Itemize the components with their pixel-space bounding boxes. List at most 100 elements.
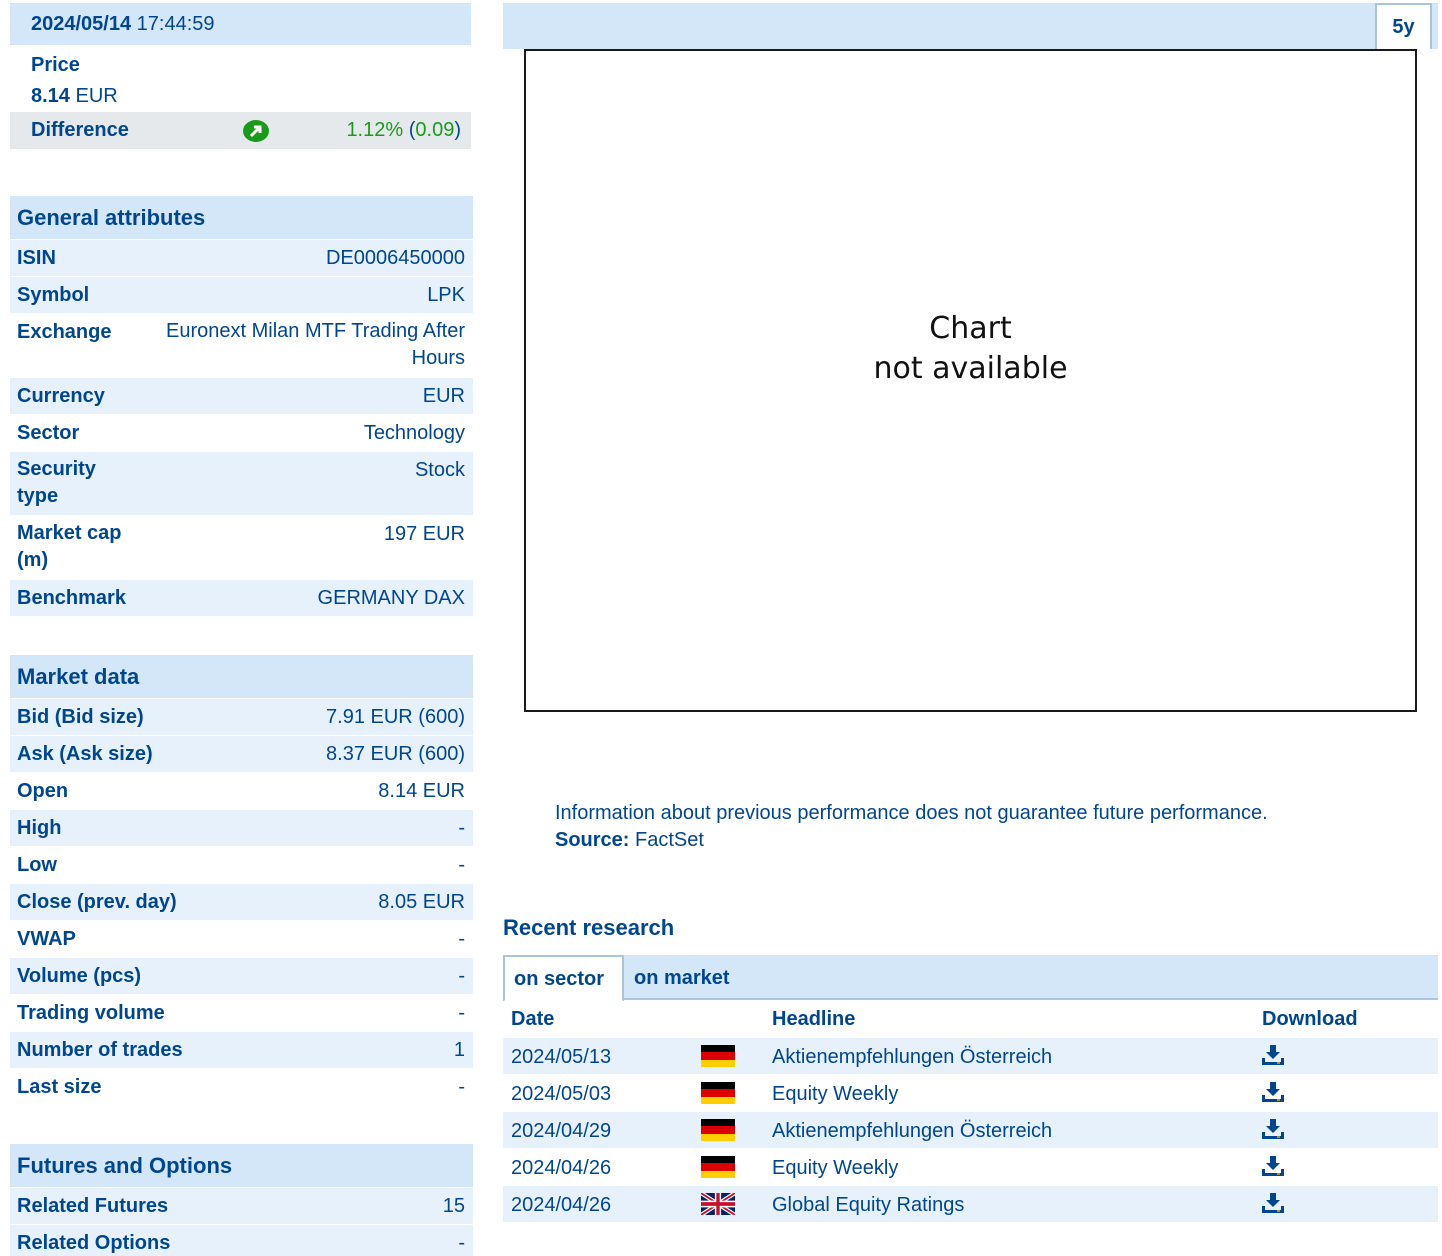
row-date: 2024/04/26 — [511, 1194, 612, 1216]
price-box: 2024/05/14 17:44:59 Price 8.14 EUR Diffe… — [10, 3, 471, 154]
market-value: 1 — [453, 1039, 465, 1061]
row-headline-link[interactable]: Aktienempfehlungen Österreich — [772, 1120, 1052, 1143]
attr-value: Stock — [414, 459, 465, 481]
row-date: 2024/05/03 — [511, 1083, 612, 1105]
table-row: 2024/04/26 Equity Weekly — [503, 1148, 1438, 1185]
market-value: 7.91 EUR (600) — [326, 706, 465, 728]
market-label: VWAP — [17, 928, 76, 950]
row-headline-link[interactable]: Global Equity Ratings — [772, 1194, 964, 1217]
price-value: 8.14 — [31, 85, 70, 107]
market-value: - — [458, 817, 465, 839]
download-icon[interactable] — [1261, 1155, 1285, 1177]
germany-flag-icon — [701, 1119, 735, 1141]
chart-placeholder: Chart not available — [524, 49, 1417, 712]
col-date: Date — [511, 1008, 555, 1030]
difference-abs: 0.09 — [415, 119, 455, 141]
related-options-count: - — [458, 1232, 465, 1254]
futures-options-section: Futures and Options Related Futures 15 Re… — [10, 1144, 473, 1256]
market-row: High - — [10, 809, 473, 846]
download-icon[interactable] — [1261, 1118, 1285, 1140]
row-date: 2024/04/26 — [511, 1157, 612, 1179]
price-label: Price — [31, 54, 80, 76]
market-label: Open — [17, 780, 69, 802]
row-date: 2024/05/13 — [511, 1046, 612, 1068]
market-row: Low - — [10, 846, 473, 883]
market-label: Close (prev. day) — [17, 891, 177, 913]
attr-row: Symbol LPK — [10, 276, 473, 313]
download-icon[interactable] — [1261, 1081, 1285, 1103]
attr-value: Euronext Milan MTF Trading After Hours — [165, 320, 465, 369]
market-value: - — [458, 1002, 465, 1024]
market-row: Ask (Ask size) 8.37 EUR (600) — [10, 735, 473, 772]
attr-row: Exchange Euronext Milan MTF Trading After… — [10, 313, 473, 377]
market-label: Number of trades — [17, 1039, 183, 1061]
related-futures-link[interactable]: Related Futures — [17, 1195, 168, 1218]
tab-on-market[interactable]: on market — [625, 955, 739, 1000]
market-value: - — [458, 928, 465, 950]
row-headline-link[interactable]: Aktienempfehlungen Österreich — [772, 1046, 1052, 1069]
row-headline-link[interactable]: Equity Weekly — [772, 1083, 898, 1106]
section-title: Market data — [10, 655, 473, 698]
attr-value: EUR — [422, 385, 465, 407]
download-icon[interactable] — [1261, 1044, 1285, 1066]
market-data-section: Market data Bid (Bid size) 7.91 EUR (600)… — [10, 655, 473, 1105]
market-label: Volume (pcs) — [17, 965, 142, 987]
research-table: Date Headline Download 2024/05/13 Aktien… — [503, 1001, 1438, 1222]
market-row: Close (prev. day) 8.05 EUR — [10, 883, 473, 920]
attr-value: 197 EUR — [383, 523, 465, 545]
table-row: 2024/05/03 Equity Weekly — [503, 1074, 1438, 1111]
row-headline-link[interactable]: Equity Weekly — [772, 1157, 898, 1180]
tab-on-sector[interactable]: on sector — [503, 955, 624, 1002]
research-tabbar: on sector on market — [503, 955, 1438, 1002]
download-icon[interactable] — [1261, 1192, 1285, 1214]
attr-value: LPK — [427, 284, 465, 306]
source-value: FactSet — [635, 829, 704, 851]
attr-row: ISIN DE0006450000 — [10, 239, 473, 276]
attr-value: DE0006450000 — [325, 247, 465, 269]
market-value: - — [458, 965, 465, 987]
market-row: Trading volume - — [10, 994, 473, 1031]
table-header: Date Headline Download — [503, 1001, 1438, 1037]
quote-date: 2024/05/14 — [31, 13, 132, 35]
attr-label: Benchmark — [17, 587, 126, 609]
attr-label: Security type — [17, 458, 96, 507]
col-download: Download — [1262, 1008, 1358, 1030]
chart-message-line2: not available — [873, 351, 1068, 386]
uk-flag-icon — [701, 1193, 735, 1215]
chart-unavailable-message: Chart not available — [526, 309, 1415, 389]
germany-flag-icon — [701, 1082, 735, 1104]
section-title: General attributes — [10, 196, 473, 239]
market-label: Last size — [17, 1076, 102, 1098]
market-label: High — [17, 817, 62, 839]
futures-row[interactable]: Related Futures 15 — [10, 1187, 473, 1224]
table-row: 2024/05/13 Aktienempfehlungen Österreich — [503, 1037, 1438, 1074]
table-row: 2024/04/29 Aktienempfehlungen Österreich — [503, 1111, 1438, 1148]
market-value: 8.05 EUR — [378, 891, 465, 913]
source-label: Source: — [555, 829, 630, 851]
attr-label: Currency — [17, 385, 105, 407]
market-label: Ask (Ask size) — [17, 743, 153, 765]
attr-row: Market cap (m) 197 EUR — [10, 515, 473, 579]
market-row: VWAP - — [10, 920, 473, 957]
section-title: Futures and Options — [10, 1144, 473, 1187]
difference-row: Difference 1.12% (0.09) — [10, 112, 471, 149]
market-label: Trading volume — [17, 1002, 165, 1024]
attr-row: Currency EUR — [10, 377, 473, 414]
related-options-link[interactable]: Related Options — [17, 1232, 170, 1255]
chart-range-tabbar: 5y — [503, 3, 1438, 49]
col-headline: Headline — [772, 1008, 856, 1030]
market-label: Bid (Bid size) — [17, 706, 144, 728]
attr-row: Benchmark GERMANY DAX — [10, 579, 473, 616]
price-currency: EUR — [75, 85, 118, 107]
disclaimer: Information about previous performance d… — [555, 800, 1415, 854]
futures-row[interactable]: Related Options - — [10, 1224, 473, 1256]
attr-value: GERMANY DAX — [317, 587, 465, 609]
attr-label: Exchange — [17, 321, 112, 343]
quote-time: 17:44:59 — [136, 13, 215, 35]
row-date: 2024/04/29 — [511, 1120, 612, 1142]
tab-5y[interactable]: 5y — [1375, 3, 1432, 49]
attr-label: Symbol — [17, 284, 90, 306]
germany-flag-icon — [701, 1156, 735, 1178]
difference-label: Difference — [31, 119, 129, 141]
disclaimer-text: Information about previous performance d… — [555, 802, 1268, 824]
